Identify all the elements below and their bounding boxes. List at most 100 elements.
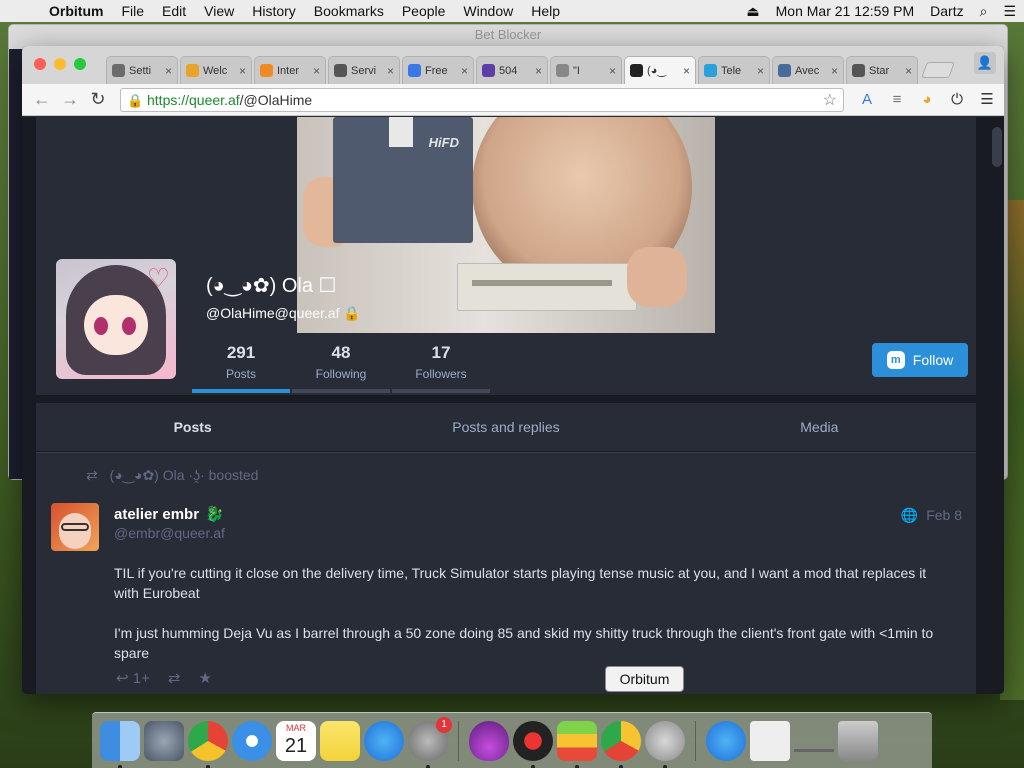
power-extension-icon[interactable]: ⏻ — [942, 89, 972, 111]
tab-posts[interactable]: Posts — [36, 419, 349, 435]
close-tab-icon[interactable]: × — [609, 64, 616, 78]
keychain-keys-icon[interactable] — [645, 720, 685, 768]
browser-tab[interactable]: (◕‿ × — [624, 56, 696, 84]
potion-flask-icon[interactable] — [469, 720, 509, 761]
reply-button[interactable]: ↩ 1+ — [116, 669, 150, 687]
menu-history[interactable]: History — [243, 3, 305, 19]
menu-clock[interactable]: Mon Mar 21 12:59 PM — [768, 3, 923, 19]
browser-tab[interactable]: Free × — [402, 56, 474, 84]
reload-button[interactable]: ↻ — [84, 89, 112, 110]
bluestacks-icon[interactable] — [557, 720, 597, 768]
spotlight-search-icon[interactable]: ⌕ — [972, 3, 996, 20]
close-tab-icon[interactable]: × — [239, 64, 246, 78]
notes-icon[interactable] — [320, 720, 360, 761]
system-preferences-gear-icon[interactable]: 1 — [408, 716, 452, 768]
safari-compass-icon[interactable] — [232, 720, 272, 761]
orbitum-extension-icon[interactable]: ◕ — [912, 89, 942, 111]
status-post[interactable]: ⇄ (◕‿◕✿) Ola ·ʖ̯· boosted atelier embr 🐉 … — [36, 452, 976, 694]
preferences-badge: 1 — [436, 716, 452, 733]
stat-posts[interactable]: 291 Posts — [192, 333, 290, 395]
stat-following[interactable]: 48 Following — [292, 333, 390, 395]
page-scrollbar[interactable] — [990, 117, 1004, 694]
browser-tab[interactable]: Welc × — [180, 56, 252, 84]
browser-tab[interactable]: Setti × — [106, 56, 178, 84]
document-icon[interactable] — [750, 720, 790, 761]
menu-view[interactable]: View — [195, 3, 243, 19]
eject-icon[interactable]: ⏏ — [738, 3, 767, 20]
tab-label: Setti — [129, 64, 152, 77]
tab-media[interactable]: Media — [663, 419, 976, 435]
menu-window[interactable]: Window — [454, 3, 522, 19]
close-tab-icon[interactable]: × — [387, 64, 394, 78]
menu-app-name[interactable]: Orbitum — [40, 3, 112, 19]
browser-tab[interactable]: Star × — [846, 56, 918, 84]
close-tab-icon[interactable]: × — [313, 64, 320, 78]
tab-favicon-icon — [334, 64, 347, 77]
media-extension-icon[interactable]: ≡ — [882, 89, 912, 111]
scrollbar-thumb[interactable] — [992, 127, 1002, 167]
stat-followers[interactable]: 17 Followers — [392, 333, 490, 395]
app-store-download-icon[interactable] — [706, 720, 746, 761]
blocker-icon[interactable] — [513, 720, 553, 768]
notification-center-icon[interactable]: ☰ — [995, 3, 1024, 20]
browser-tab[interactable]: Inter × — [254, 56, 326, 84]
tab-label: (◕‿ — [647, 65, 667, 77]
author-avatar-glasses — [61, 523, 89, 531]
calendar-icon[interactable]: MAR 21 — [276, 720, 316, 761]
close-tab-icon[interactable]: × — [535, 64, 542, 78]
browser-tab[interactable]: "I × — [550, 56, 622, 84]
close-window-button[interactable] — [34, 58, 46, 70]
zoom-window-button[interactable] — [74, 58, 86, 70]
status-author-handle[interactable]: @embr@queer.af — [114, 525, 225, 541]
close-tab-icon[interactable]: × — [757, 64, 764, 78]
favourite-star-icon[interactable]: ★ — [198, 669, 211, 687]
header-floppy-disk: HiFD — [333, 117, 473, 243]
launchpad-rocket-icon[interactable] — [144, 720, 184, 761]
close-tab-icon[interactable]: × — [831, 64, 838, 78]
browser-tab[interactable]: 504 × — [476, 56, 548, 84]
browser-menu-icon[interactable]: ☰ — [972, 89, 1002, 111]
tab-label: Avec — [795, 64, 820, 77]
back-button[interactable]: ← — [28, 89, 56, 110]
profile-icon[interactable]: 👤 — [974, 52, 996, 74]
forward-button[interactable]: → — [56, 89, 84, 110]
translate-extension-icon[interactable]: A — [852, 89, 882, 111]
minimize-window-button[interactable] — [54, 58, 66, 70]
bookmark-star-icon[interactable]: ☆ — [823, 90, 843, 110]
tab-favicon-icon — [112, 64, 125, 77]
finder-icon[interactable] — [100, 720, 140, 768]
close-tab-icon[interactable]: × — [905, 64, 912, 78]
menu-people[interactable]: People — [393, 3, 455, 19]
follow-button[interactable]: m Follow — [872, 343, 968, 377]
close-tab-icon[interactable]: × — [683, 64, 690, 78]
app-store-icon[interactable] — [364, 720, 404, 761]
tab-posts-and-replies[interactable]: Posts and replies — [349, 419, 662, 435]
address-bar[interactable]: 🔒 https://queer.af /@OlaHime ☆ — [120, 87, 844, 112]
profile-handle: @OlaHime@queer.af 🔒 — [206, 305, 361, 322]
new-tab-button[interactable] — [921, 62, 955, 78]
minimized-window-icon[interactable] — [794, 730, 834, 752]
menu-help[interactable]: Help — [522, 3, 569, 19]
close-tab-icon[interactable]: × — [461, 64, 468, 78]
calendar-day: 21 — [284, 734, 308, 757]
status-date[interactable]: 🌐 Feb 8 — [901, 507, 962, 524]
trash-icon[interactable] — [838, 720, 878, 761]
status-author-name[interactable]: atelier embr 🐉 — [114, 505, 224, 523]
browser-tab[interactable]: Avec × — [772, 56, 844, 84]
menu-bookmarks[interactable]: Bookmarks — [305, 3, 393, 19]
browser-tab[interactable]: Tele × — [698, 56, 770, 84]
profile-tabs: Posts Posts and replies Media — [36, 403, 976, 451]
chrome-icon[interactable] — [188, 720, 228, 768]
stat-followers-count: 17 — [431, 343, 451, 362]
status-author-avatar[interactable] — [51, 503, 99, 551]
stat-followers-label: Followers — [415, 367, 467, 381]
close-tab-icon[interactable]: × — [165, 64, 172, 78]
profile-header-image: HiFD — [297, 117, 715, 333]
orbitum-icon[interactable] — [601, 720, 641, 768]
menu-edit[interactable]: Edit — [153, 3, 195, 19]
boost-button[interactable]: ⇄ — [168, 669, 181, 687]
menu-file[interactable]: File — [112, 3, 153, 19]
browser-tab[interactable]: Servi × — [328, 56, 400, 84]
drive-slot — [472, 280, 612, 286]
menu-user[interactable]: Dartz — [922, 3, 971, 19]
